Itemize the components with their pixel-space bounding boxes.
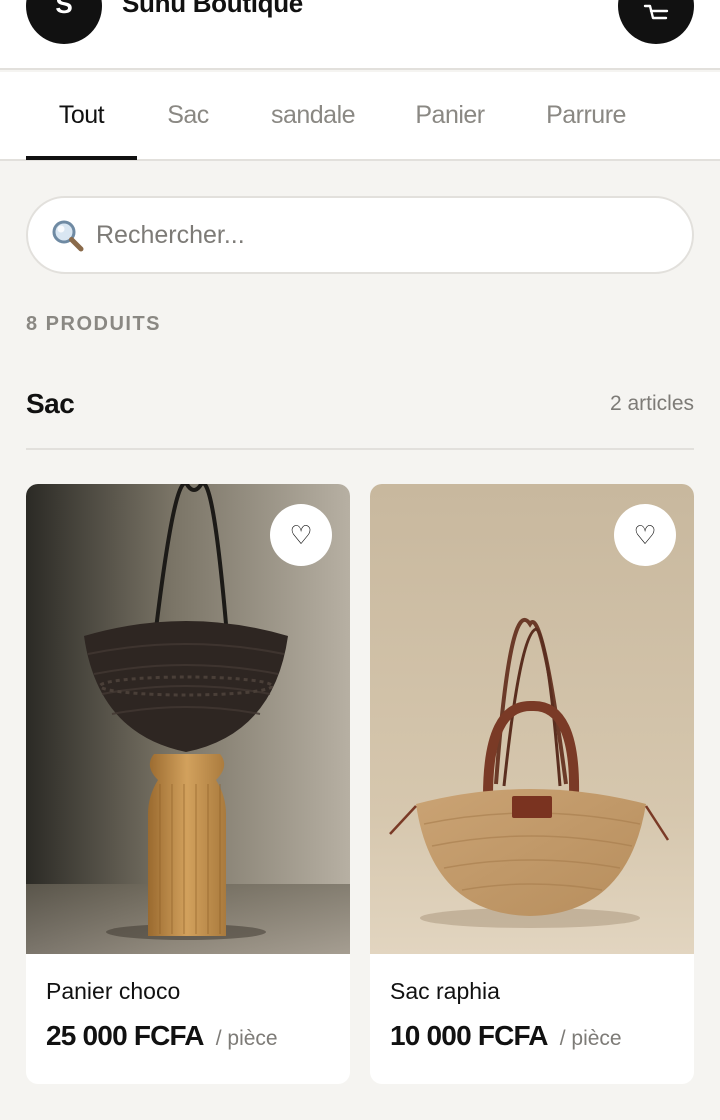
search-bar[interactable]: [26, 196, 694, 274]
price-row: 10 000 FCFA / pièce: [390, 1020, 622, 1052]
product-name: Panier choco: [46, 978, 181, 1004]
section-divider: [26, 448, 694, 450]
price-row: 25 000 FCFA / pièce: [46, 1020, 278, 1052]
tab-panier[interactable]: Panier: [406, 72, 494, 159]
section-article-count: 2 articles: [609, 392, 694, 415]
search-icon: [52, 220, 84, 252]
app-header: S Sunu Boutique: [0, 0, 720, 70]
favorite-button[interactable]: ♡: [614, 504, 676, 566]
logo-letter: S: [55, 0, 73, 19]
price-unit: / pièce: [559, 1027, 622, 1050]
store-logo[interactable]: S: [26, 0, 102, 44]
store-name: Sunu Boutique: [122, 0, 303, 18]
product-price: 25 000 FCFA: [46, 1020, 205, 1051]
tab-sandale[interactable]: sandale: [260, 72, 366, 159]
cart-icon: [643, 4, 669, 20]
product-card[interactable]: ♡ Sac raphia 10 000 FCFA / pièce: [370, 484, 694, 1084]
product-card[interactable]: ♡ Panier choco 25 000 FCFA / pièce: [26, 484, 350, 1084]
tab-sac[interactable]: Sac: [156, 72, 220, 159]
section-title: Sac: [26, 388, 75, 419]
tab-parrure[interactable]: Parrure: [534, 72, 638, 159]
tab-tout[interactable]: Tout: [26, 72, 137, 160]
product-price: 10 000 FCFA: [390, 1020, 549, 1051]
category-tabs: Tout Sac sandale Panier Parrure: [0, 72, 720, 161]
product-name: Sac raphia: [390, 978, 500, 1004]
heart-icon: ♡: [633, 519, 657, 550]
heart-icon: ♡: [289, 519, 313, 550]
search-input[interactable]: [96, 210, 676, 260]
price-unit: / pièce: [215, 1027, 278, 1050]
product-count: 8 PRODUITS: [26, 313, 162, 335]
cart-button[interactable]: [618, 0, 694, 44]
favorite-button[interactable]: ♡: [270, 504, 332, 566]
